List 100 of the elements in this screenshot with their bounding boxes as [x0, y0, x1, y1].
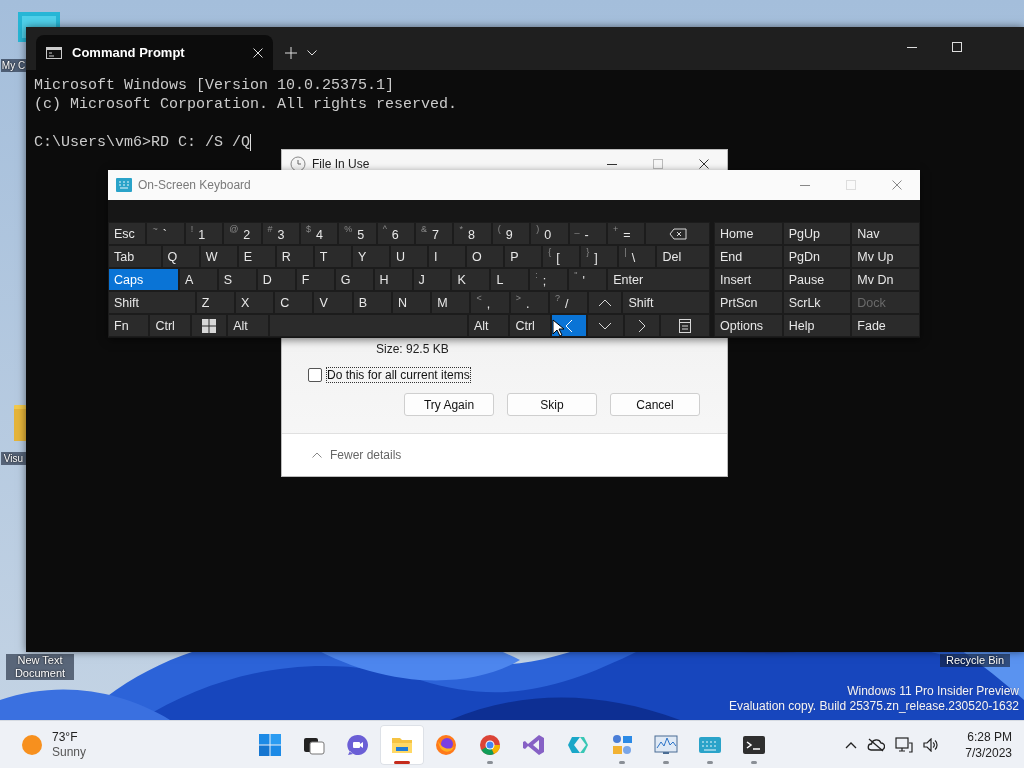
keyboard-key[interactable]: * 8 — [453, 222, 492, 245]
chevron-down-icon — [307, 49, 317, 56]
keyboard-key[interactable]: Caps — [108, 268, 179, 291]
keyboard-key[interactable]: U — [389, 245, 429, 268]
keyboard-key[interactable]: PgUp — [782, 222, 852, 245]
keyboard-key[interactable]: @ 2 — [223, 222, 262, 245]
keyboard-key[interactable]: < , — [470, 291, 510, 314]
keyboard-key[interactable]: F — [295, 268, 335, 291]
keyboard-key[interactable]: PrtScn — [714, 291, 783, 314]
keyboard-key[interactable]: Tab — [108, 245, 162, 268]
arrow-down-icon — [598, 321, 613, 330]
keyboard-key[interactable]: End — [714, 245, 783, 268]
keyboard-key[interactable]: Y — [351, 245, 390, 268]
keyboard-key[interactable]: Q — [161, 245, 200, 268]
keyboard-key[interactable]: A — [178, 268, 218, 291]
keyboard-key[interactable]: C — [274, 291, 314, 314]
keyboard-key[interactable] — [659, 314, 710, 337]
keyboard-key[interactable]: & 7 — [415, 222, 454, 245]
keyboard-key[interactable]: X — [234, 291, 275, 314]
dropdown-button[interactable] — [307, 49, 317, 56]
keyboard-key[interactable]: Enter — [607, 268, 710, 291]
volume-icon[interactable] — [923, 737, 940, 752]
cloud-off-icon[interactable] — [867, 737, 886, 752]
dialog-button[interactable]: Skip — [507, 393, 597, 416]
keyboard-key[interactable]: _ - — [568, 222, 607, 245]
keyboard-key[interactable]: N — [391, 291, 432, 314]
chevron-up-icon[interactable] — [845, 740, 858, 749]
keyboard-key[interactable] — [190, 314, 228, 337]
keyboard-key[interactable]: G — [334, 268, 374, 291]
keyboard-key[interactable]: L — [490, 268, 530, 291]
keyboard-key[interactable]: Home — [714, 222, 783, 245]
keyboard-key[interactable]: Del — [656, 245, 710, 268]
keyboard-key[interactable]: T — [313, 245, 352, 268]
keyboard-key[interactable]: " ' — [568, 268, 608, 291]
keyboard-key[interactable]: I — [428, 245, 467, 268]
keyboard-key[interactable]: | \ — [618, 245, 657, 268]
keyboard-key[interactable]: V — [313, 291, 353, 314]
keyboard-key[interactable]: Help — [782, 314, 852, 337]
details-toggle[interactable]: Fewer details — [312, 448, 402, 462]
keyboard-key[interactable]: Ctrl — [149, 314, 191, 337]
icon-label: New Text Document — [6, 654, 74, 680]
keyboard-key[interactable]: Options — [714, 314, 783, 337]
dialog-button[interactable]: Cancel — [610, 393, 700, 416]
keyboard-key[interactable]: J — [412, 268, 452, 291]
keyboard-key[interactable]: P — [504, 245, 543, 268]
keyboard-key[interactable]: ? / — [548, 291, 589, 314]
checkbox[interactable] — [308, 368, 322, 382]
maximize-icon — [846, 180, 856, 190]
clock-time: 6:28 PM — [967, 728, 1012, 745]
keyboard-key[interactable]: + = — [606, 222, 646, 245]
keyboard-key[interactable]: D — [256, 268, 296, 291]
keyboard-key[interactable]: ~ ` — [146, 222, 185, 245]
keyboard-key[interactable]: Fn — [108, 314, 150, 337]
keyboard-key[interactable]: B — [352, 291, 392, 314]
keyboard-key[interactable]: ( 9 — [491, 222, 531, 245]
keyboard-key[interactable]: ! 1 — [184, 222, 224, 245]
tab-close-button[interactable] — [253, 47, 263, 58]
close-icon — [892, 180, 902, 190]
keyboard-key[interactable]: Shift — [108, 291, 196, 314]
keyboard-key[interactable]: K — [451, 268, 491, 291]
keyboard-key[interactable]: Alt — [468, 314, 510, 337]
keyboard-key[interactable]: PgDn — [782, 245, 852, 268]
keyboard-key[interactable]: Mv Dn — [851, 268, 920, 291]
keyboard-key[interactable]: Fade — [851, 314, 920, 337]
keyboard-key[interactable]: Shift — [622, 291, 710, 314]
keyboard-key[interactable]: W — [199, 245, 238, 268]
keyboard-key[interactable]: R — [275, 245, 314, 268]
terminal-tab[interactable]: Command Prompt — [36, 35, 273, 70]
keyboard-key[interactable]: Z — [195, 291, 235, 314]
dialog-button[interactable]: Try Again — [404, 393, 494, 416]
keyboard-key[interactable]: : ; — [529, 268, 569, 291]
keyboard-key[interactable]: Ctrl — [509, 314, 551, 337]
keyboard-key[interactable]: Alt — [227, 314, 269, 337]
keyboard-key[interactable]: ) 0 — [530, 222, 569, 245]
network-icon[interactable] — [895, 736, 914, 753]
keyboard-key[interactable]: { [ — [542, 245, 581, 268]
keyboard-key[interactable]: Nav — [851, 222, 920, 245]
keyboard-key[interactable]: S — [217, 268, 257, 291]
keyboard-key[interactable]: M — [431, 291, 471, 314]
keyboard-key[interactable]: H — [373, 268, 413, 291]
windows-logo-icon — [201, 318, 216, 333]
keyboard-key[interactable]: > . — [509, 291, 549, 314]
keyboard-key[interactable]: % 5 — [338, 222, 377, 245]
keyboard-key[interactable]: Insert — [714, 268, 783, 291]
keyboard-key[interactable]: Esc — [108, 222, 147, 245]
keyboard-key[interactable]: # 3 — [261, 222, 300, 245]
keyboard-key[interactable]: E — [237, 245, 276, 268]
arrow-up-icon — [598, 298, 613, 307]
maximize-icon — [653, 159, 663, 169]
keyboard-key[interactable]: } ] — [580, 245, 619, 268]
keyboard-key[interactable]: ^ 6 — [376, 222, 415, 245]
keyboard-key[interactable]: Mv Up — [851, 245, 920, 268]
keyboard-key[interactable]: $ 4 — [299, 222, 339, 245]
ribbon-logo-icon — [522, 732, 546, 757]
weather-condition: Sunny — [52, 744, 87, 760]
new-tab-button[interactable] — [285, 46, 297, 59]
keyboard-key[interactable]: ScrLk — [782, 291, 852, 314]
chart-monitor-icon — [654, 732, 678, 757]
keyboard-key[interactable]: Pause — [782, 268, 852, 291]
keyboard-key[interactable]: O — [466, 245, 505, 268]
